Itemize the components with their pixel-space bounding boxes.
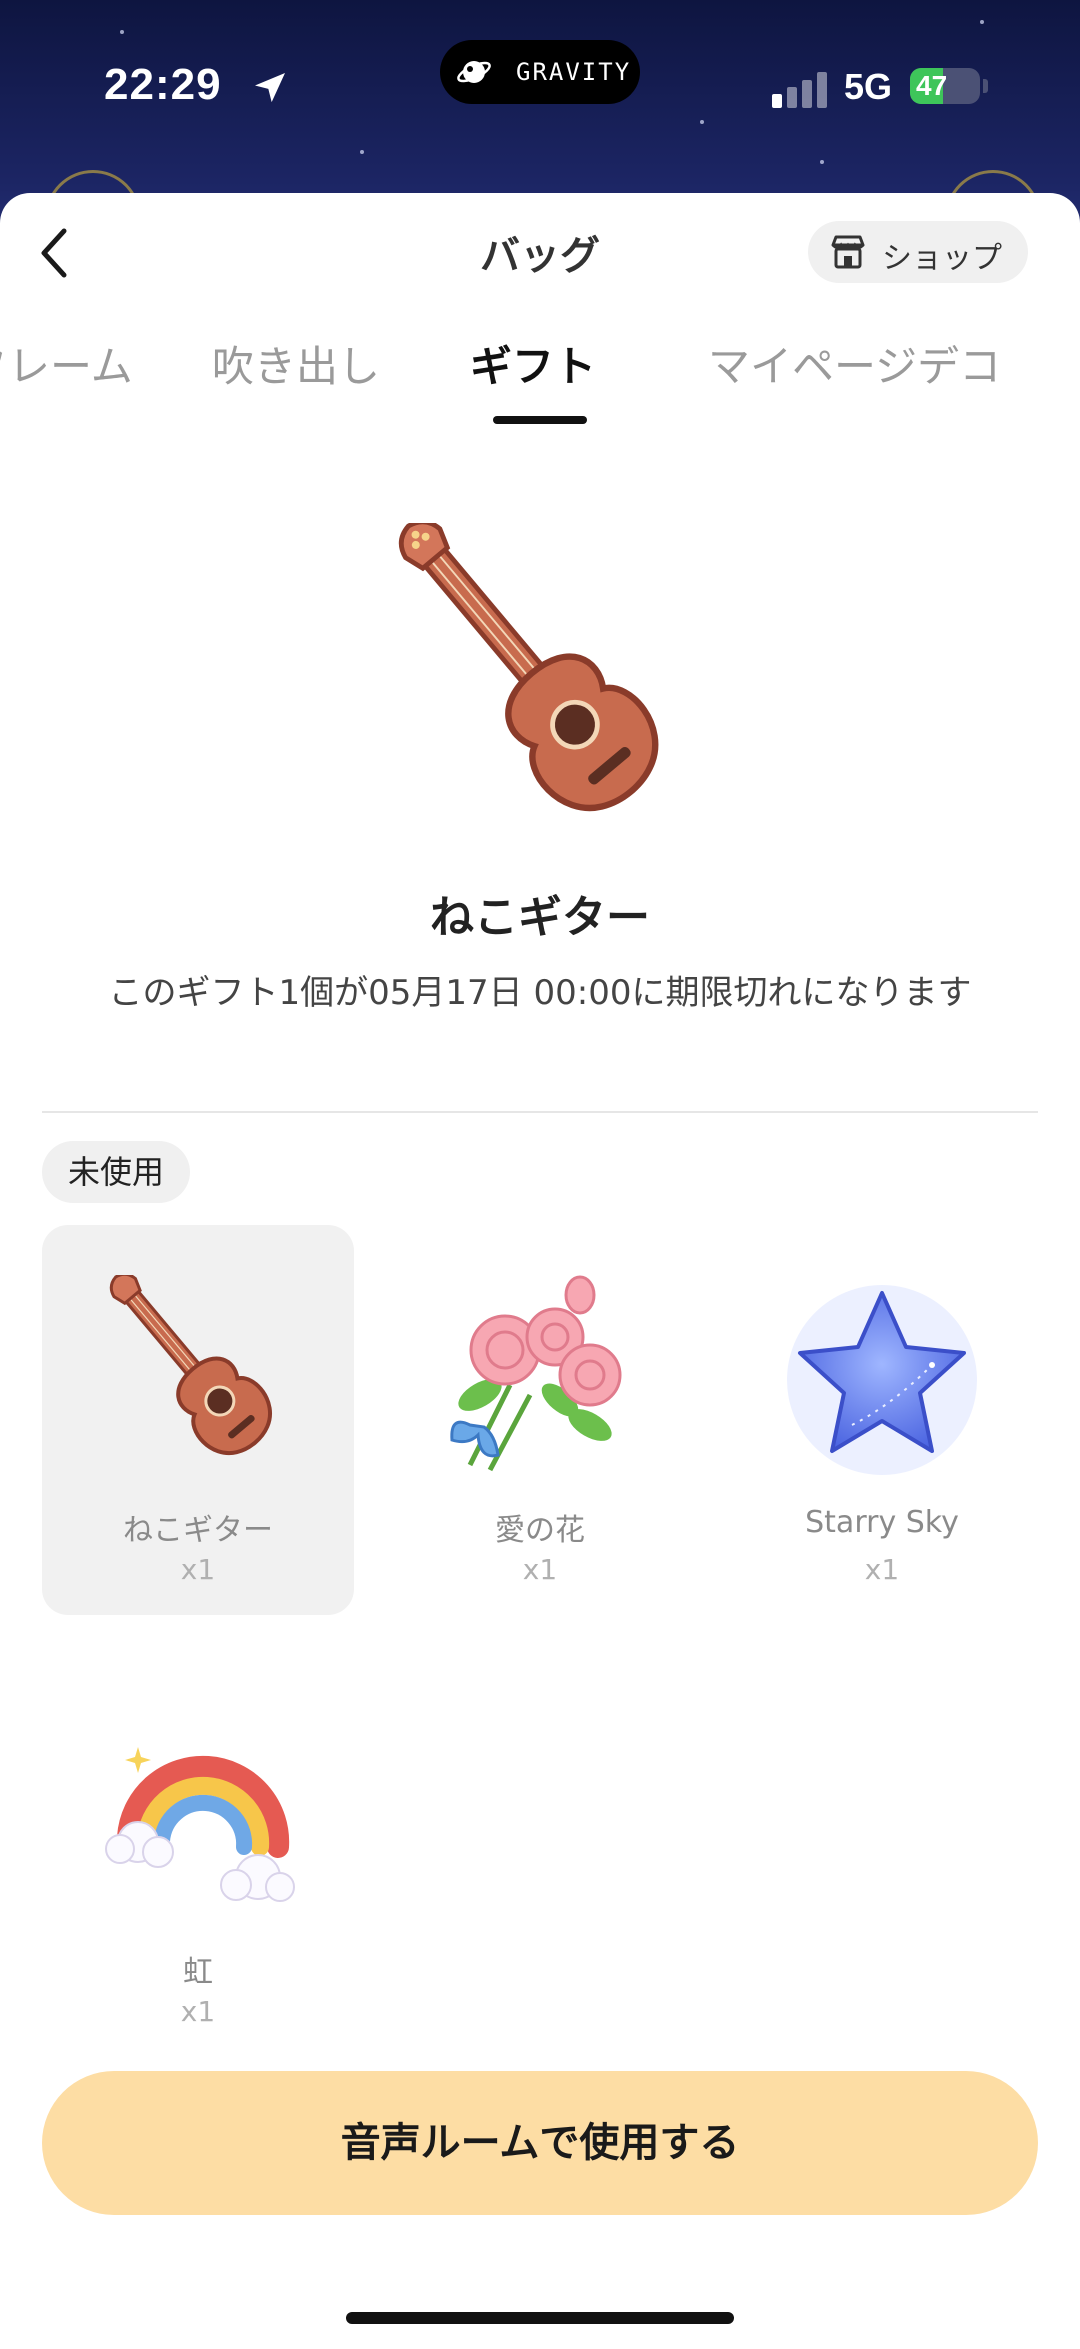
battery-percent: 47	[916, 70, 948, 101]
star-icon	[787, 1285, 977, 1475]
network-type: 5G	[844, 66, 893, 107]
gift-card[interactable]: ねこギター x1	[42, 1225, 354, 1615]
tab-active-indicator	[493, 416, 587, 424]
gift-name: 愛の花	[495, 1513, 585, 1548]
gift-name: ねこギター	[123, 1513, 273, 1548]
rose-bouquet-icon	[450, 1275, 622, 1472]
store-icon	[831, 235, 865, 269]
tab-gift[interactable]: ギフト	[470, 333, 596, 393]
selected-gift-expiry: このギフト1個が05月17日 00:00に期限切れになります	[108, 973, 972, 1013]
gift-card[interactable]: 愛の花 x1	[384, 1225, 696, 1615]
gift-quantity: x1	[180, 1553, 216, 1586]
gift-card[interactable]: 虹 x1	[42, 1667, 354, 2057]
shop-button-label: ショップ	[882, 241, 1002, 276]
gift-quantity: x1	[522, 1553, 558, 1586]
rainbow-icon	[105, 1747, 295, 1902]
gift-card[interactable]: Starry Sky x1	[726, 1225, 1038, 1615]
bag-sheet: バッグ ショップ フレーム 吹き出し ギフト マイページデコ ねこギター このギ…	[0, 193, 1080, 2349]
guitar-icon	[109, 1275, 272, 1456]
section-chip-unused: 未使用	[42, 1141, 191, 1203]
battery-icon: 47	[910, 68, 988, 104]
signal-icon	[772, 72, 827, 108]
guitar-icon	[398, 523, 659, 812]
dynamic-island: GRAVITY	[440, 40, 640, 104]
gift-quantity: x1	[180, 1995, 216, 2028]
selected-gift-name: ねこギター	[430, 892, 650, 943]
island-brand: GRAVITY	[516, 58, 632, 86]
gift-quantity: x1	[864, 1553, 900, 1586]
home-indicator[interactable]	[346, 2312, 734, 2324]
tab-frame[interactable]: フレーム	[0, 333, 133, 393]
planet-icon	[457, 61, 491, 83]
divider	[42, 1111, 1038, 1113]
gift-name: 虹	[183, 1955, 213, 1990]
tab-mypage-deco[interactable]: マイページデコ	[708, 333, 1001, 393]
use-in-voice-room-button[interactable]: 音声ルームで使用する	[42, 2071, 1038, 2215]
shop-button[interactable]: ショップ	[808, 221, 1028, 283]
status-time: 22:29	[104, 60, 222, 109]
category-tabs: フレーム 吹き出し ギフト マイページデコ	[0, 323, 1080, 393]
gift-name: Starry Sky	[805, 1505, 959, 1540]
tab-speech-bubble[interactable]: 吹き出し	[212, 333, 380, 393]
location-arrow-icon	[255, 73, 285, 103]
